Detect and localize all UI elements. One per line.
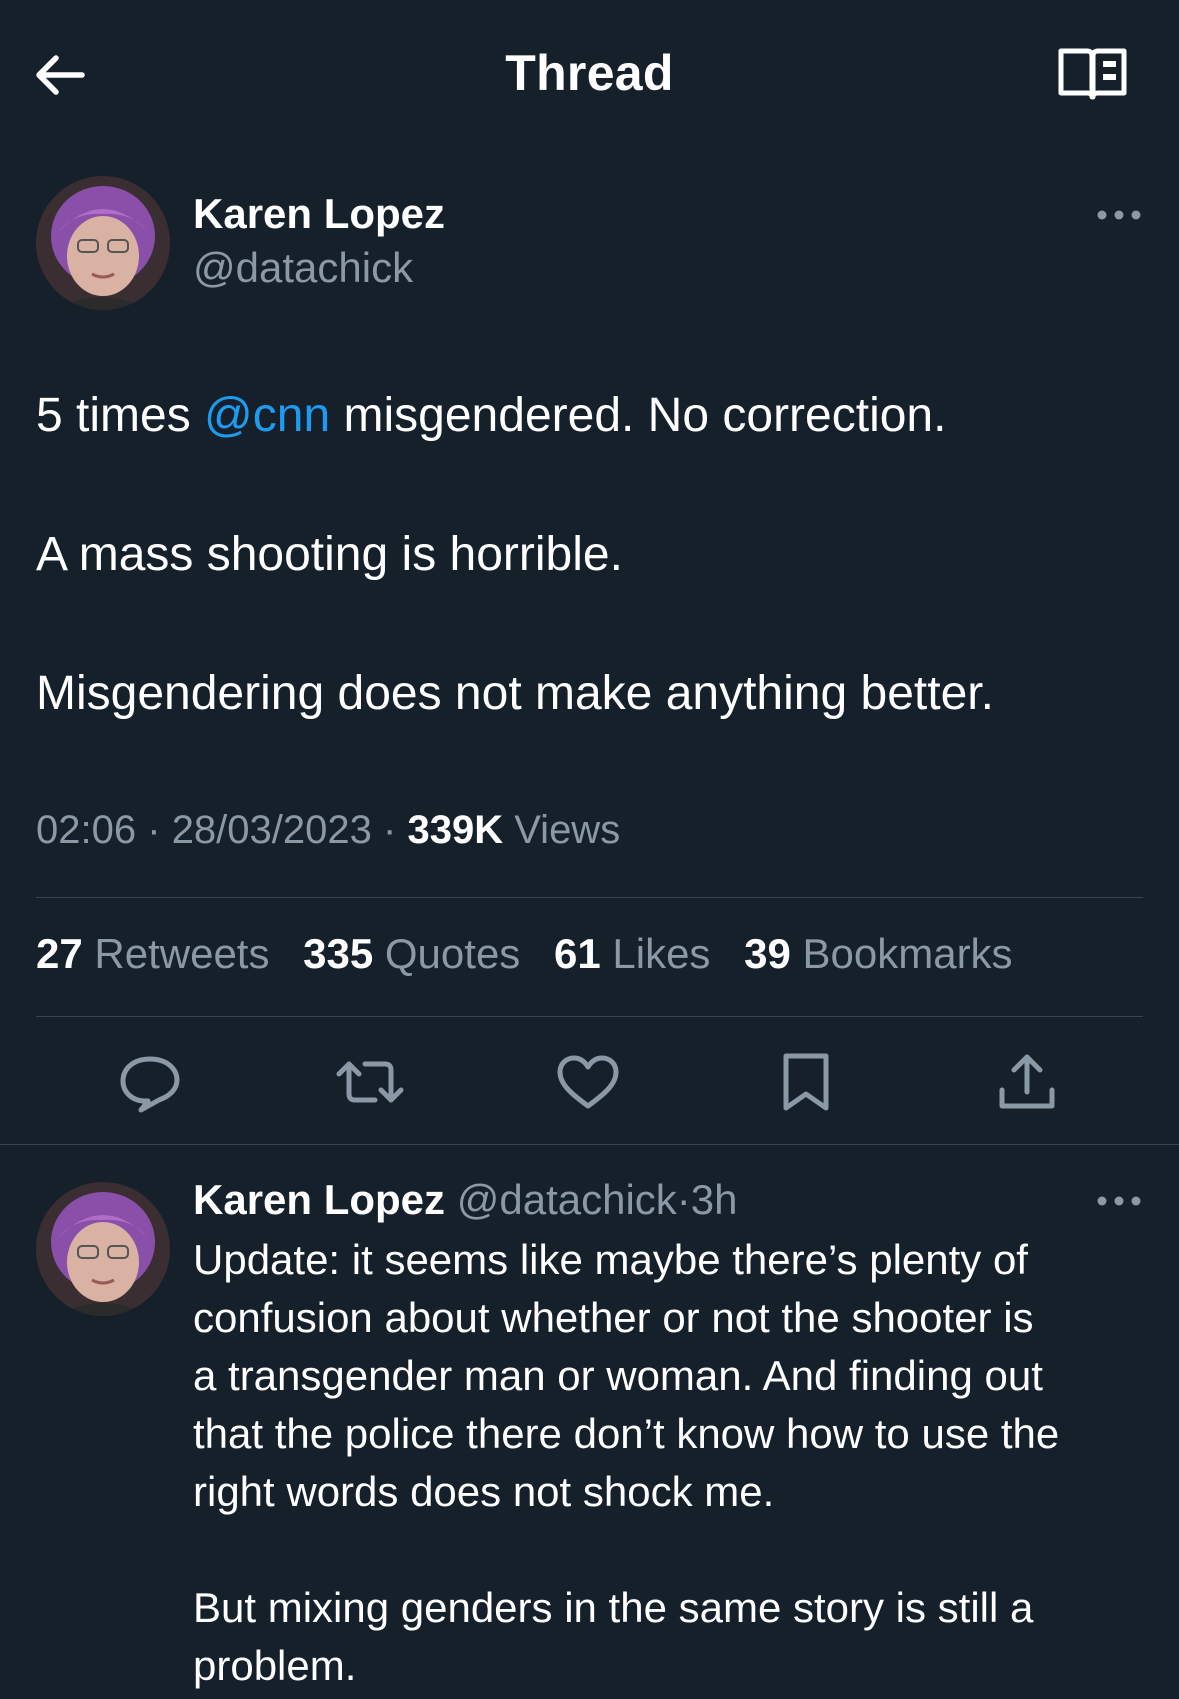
quotes-stat[interactable]: 335 Quotes bbox=[303, 930, 520, 978]
bookmark-icon[interactable] bbox=[771, 1050, 841, 1114]
page-title: Thread bbox=[505, 45, 674, 101]
likes-stat[interactable]: 61 Likes bbox=[554, 930, 710, 978]
reply-text-line: confusion about whether or not the shoot… bbox=[193, 1294, 1034, 1341]
retweet-icon[interactable] bbox=[335, 1050, 405, 1114]
reply-text-line: that the police there don’t know how to … bbox=[193, 1410, 1060, 1457]
tweet-text-line: Misgendering does not make anything bett… bbox=[36, 667, 994, 720]
reply-author-name[interactable]: Karen Lopez bbox=[193, 1176, 445, 1223]
reply-text-line: problem. bbox=[193, 1642, 357, 1689]
engagement-stats: 27 Retweets 335 Quotes 61 Likes 39 Bookm… bbox=[36, 930, 1035, 978]
reader-mode-icon[interactable] bbox=[1055, 45, 1130, 103]
avatar[interactable] bbox=[36, 176, 170, 310]
tweet-metadata: 02:06 · 28/03/2023 · 339K Views bbox=[36, 808, 621, 852]
divider bbox=[0, 1144, 1179, 1145]
more-options-icon[interactable] bbox=[1094, 200, 1144, 230]
author-handle[interactable]: @datachick bbox=[193, 244, 413, 292]
reply-text-line: Update: it seems like maybe there’s plen… bbox=[193, 1236, 1028, 1283]
tweet-time: 02:06 bbox=[36, 808, 137, 852]
more-options-icon[interactable] bbox=[1094, 1186, 1144, 1216]
author-name[interactable]: Karen Lopez bbox=[193, 190, 445, 238]
top-bar: Thread bbox=[0, 0, 1179, 150]
divider bbox=[36, 897, 1143, 898]
mention-link[interactable]: @cnn bbox=[204, 389, 330, 442]
tweet-date: 28/03/2023 bbox=[171, 808, 372, 852]
bookmarks-stat[interactable]: 39 Bookmarks bbox=[744, 930, 1012, 978]
reply-icon[interactable] bbox=[115, 1050, 185, 1114]
like-icon[interactable] bbox=[553, 1050, 623, 1114]
retweets-stat[interactable]: 27 Retweets bbox=[36, 930, 269, 978]
avatar[interactable] bbox=[36, 1182, 170, 1316]
reply-text-line: a transgender man or woman. And finding … bbox=[193, 1352, 1043, 1399]
reply-text-line: right words does not shock me. bbox=[193, 1468, 775, 1515]
reply-author-handle[interactable]: @datachick bbox=[457, 1176, 677, 1223]
reply-header: Karen Lopez @datachick·3h bbox=[193, 1176, 738, 1223]
share-icon[interactable] bbox=[992, 1050, 1062, 1114]
reply-timestamp[interactable]: 3h bbox=[691, 1176, 738, 1223]
tweet-text-line: A mass shooting is horrible. bbox=[36, 528, 623, 581]
tweet-text-line: 5 times @cnn misgendered. No correction. bbox=[36, 389, 947, 442]
views-count[interactable]: 339K Views bbox=[407, 808, 620, 852]
reply-text-line: But mixing genders in the same story is … bbox=[193, 1584, 1034, 1631]
divider bbox=[36, 1016, 1143, 1017]
